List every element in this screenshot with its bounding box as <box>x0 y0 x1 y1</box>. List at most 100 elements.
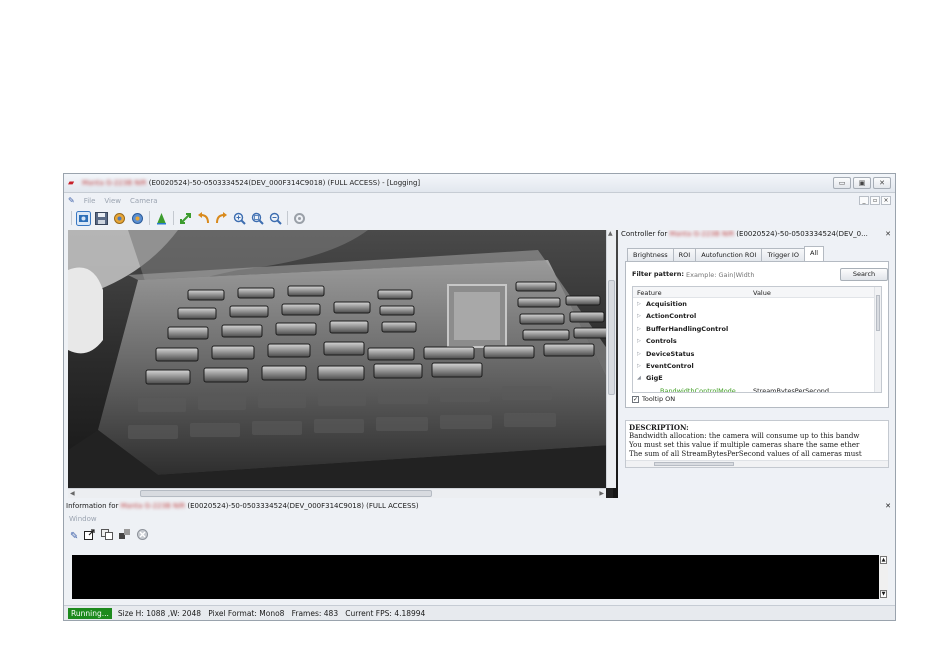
controller-panel: Controller for Manta G-223B NIR (E002052… <box>619 230 893 494</box>
column-value[interactable]: Value <box>753 289 771 297</box>
status-badge: Running... <box>68 607 112 619</box>
detach-icon[interactable] <box>84 529 95 544</box>
expand-arrow-icon[interactable]: ▷ <box>637 338 641 344</box>
description-line: You must set this value if multiple came… <box>629 441 860 449</box>
maximize-button[interactable]: ▣ <box>853 177 871 189</box>
window-title: Manta G-223B NIR (E0020524)-50-050333452… <box>82 179 421 187</box>
close-button[interactable]: ✕ <box>873 177 891 189</box>
log-output[interactable]: ▲ ▼ <box>72 555 888 599</box>
feature-name: Acquisition <box>646 300 687 308</box>
menu-camera[interactable]: Camera <box>130 197 157 205</box>
feature-name: BufferHandlingControl <box>646 324 729 333</box>
camera-name-redacted: Manta G-223B NIR <box>120 502 186 510</box>
description-line: Bandwidth allocation: the camera will co… <box>629 432 860 440</box>
controller-close-button[interactable]: ✕ <box>885 230 891 238</box>
expand-arrow-icon[interactable]: ▷ <box>637 351 641 357</box>
collapse-arrow-icon[interactable]: ◢ <box>637 375 641 381</box>
feature-tree-header: Feature Value <box>633 287 881 298</box>
mdi-close-button[interactable]: × <box>881 196 891 205</box>
settings-gear-icon[interactable] <box>112 211 127 226</box>
image-horizontal-scrollbar[interactable]: ◀ ▶ <box>68 488 606 498</box>
clear-icon[interactable] <box>137 529 149 544</box>
search-button[interactable]: Search <box>840 268 888 281</box>
image-vertical-scrollbar[interactable]: ▲ <box>606 230 616 488</box>
scroll-up-icon[interactable]: ▲ <box>608 230 613 237</box>
expand-arrow-icon[interactable]: ▷ <box>637 326 641 332</box>
app-logo-icon: ▰ <box>68 178 75 187</box>
fit-icon[interactable] <box>178 211 193 226</box>
mdi-minimize-button[interactable]: _ <box>859 196 869 205</box>
expand-arrow-icon[interactable]: ▷ <box>637 313 641 319</box>
description-scroll-thumb[interactable] <box>654 462 734 466</box>
tab-all[interactable]: All <box>803 246 825 261</box>
filter-pattern-input[interactable] <box>686 269 846 280</box>
tab-brightness[interactable]: Brightness <box>627 248 674 261</box>
info-panel-title: Information for Manta G-223B NIR (E00205… <box>66 502 419 510</box>
mdi-restore-button[interactable]: ▫ <box>870 196 880 205</box>
main-toolbar <box>64 208 895 228</box>
rotate-left-icon[interactable] <box>196 211 211 226</box>
camera-name-redacted: Manta G-223B NIR <box>82 179 147 187</box>
refresh-icon[interactable] <box>292 211 307 226</box>
feature-row[interactable]: ▷ EventControl <box>633 360 881 372</box>
controller-tabs: Brightness ROI Autofunction ROI Trigger … <box>627 246 825 261</box>
scroll-left-icon[interactable]: ◀ <box>70 490 75 497</box>
info-toolbar: ✎ <box>70 529 149 544</box>
copy-icon[interactable] <box>101 529 114 544</box>
info-close-button[interactable]: ✕ <box>885 502 891 510</box>
feature-tree[interactable]: Feature Value ▷ Acquisition ▷ ActionControl… <box>632 286 882 393</box>
scroll-right-icon[interactable]: ▶ <box>599 490 604 497</box>
feature-row[interactable]: ▷ ActionControl <box>633 310 881 322</box>
image-vscroll-thumb[interactable] <box>608 280 615 395</box>
feature-tree-rows: ▷ Acquisition ▷ ActionControl ▷ BufferHandlin… <box>633 298 881 392</box>
tab-autofunction-roi[interactable]: Autofunction ROI <box>695 248 763 261</box>
toolbar-separator <box>149 211 150 225</box>
tab-all-content: Filter pattern: Search Feature Value ▷ Ac… <box>625 261 889 408</box>
expand-arrow-icon[interactable]: ▷ <box>637 363 641 369</box>
layers-icon[interactable] <box>119 529 131 544</box>
feature-row[interactable]: ◢ GigE <box>633 372 881 384</box>
log-scroll-down-icon[interactable]: ▼ <box>880 590 887 598</box>
menu-file[interactable]: File <box>84 197 96 205</box>
zoom-in-icon[interactable] <box>232 211 247 226</box>
settings-blue-icon[interactable] <box>130 211 145 226</box>
expand-arrow-icon[interactable]: ▷ <box>637 301 641 307</box>
camera-frame-image <box>68 230 618 498</box>
histogram-icon[interactable] <box>154 211 169 226</box>
log-scrollbar[interactable]: ▲ ▼ <box>879 555 888 599</box>
feature-row[interactable]: BandwidthControlMode StreamBytesPerSecond <box>633 385 881 392</box>
camera-view-icon[interactable] <box>76 210 91 226</box>
status-text: Size H: 1088 ,W: 2048 Pixel Format: Mono… <box>117 608 426 618</box>
pen-icon[interactable]: ✎ <box>70 531 78 543</box>
filter-row: Filter pattern: Search <box>632 268 888 281</box>
zoom-fit-icon[interactable] <box>250 211 265 226</box>
log-scroll-up-icon[interactable]: ▲ <box>880 556 887 564</box>
feature-row[interactable]: ▷ BufferHandlingControl <box>633 323 881 335</box>
description-scrollbar[interactable] <box>626 460 888 467</box>
menu-view[interactable]: View <box>104 197 121 205</box>
feature-row[interactable]: ▷ Acquisition <box>633 298 881 310</box>
main-window: ▰ Manta G-223B NIR (E0020524)-50-0503334… <box>63 173 896 621</box>
column-feature[interactable]: Feature <box>637 289 662 297</box>
feature-tree-scrollbar[interactable] <box>874 287 881 392</box>
feature-row[interactable]: ▷ Controls <box>633 335 881 347</box>
tooltip-checkbox[interactable]: ✓ <box>632 395 639 403</box>
tooltip-toggle[interactable]: ✓ Tooltip ON <box>632 395 675 403</box>
zoom-out-icon[interactable] <box>268 211 283 226</box>
toolbar-grip <box>71 211 72 225</box>
feature-row[interactable]: ▷ DeviceStatus <box>633 348 881 360</box>
description-box: DESCRIPTION: Bandwidth allocation: the c… <box>625 420 889 468</box>
save-icon[interactable] <box>94 211 109 226</box>
menu-window[interactable]: Window <box>69 515 97 523</box>
feature-tree-scroll-thumb[interactable] <box>876 295 880 331</box>
status-bar: Running... Size H: 1088 ,W: 2048 Pixel F… <box>64 605 895 620</box>
description-title: DESCRIPTION: <box>629 423 689 432</box>
rotate-right-icon[interactable] <box>214 211 229 226</box>
tab-roi[interactable]: ROI <box>672 248 697 261</box>
camera-image-view[interactable] <box>68 230 618 498</box>
feature-value[interactable]: StreamBytesPerSecond <box>753 387 829 392</box>
image-hscroll-thumb[interactable] <box>140 490 432 497</box>
minimize-button[interactable]: ▭ <box>833 177 851 189</box>
tab-trigger-io[interactable]: Trigger IO <box>761 248 805 261</box>
pen-icon: ✎ <box>68 196 75 205</box>
